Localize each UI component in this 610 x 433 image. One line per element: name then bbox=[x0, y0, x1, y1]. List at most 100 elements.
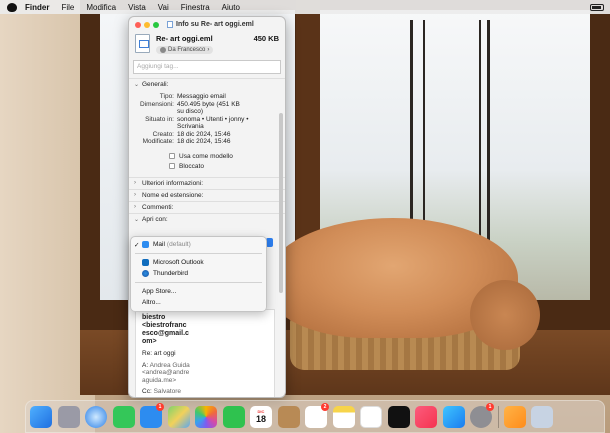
menu-option-mail[interactable]: ✓ Mail (default) bbox=[131, 239, 266, 250]
menu-bar-status bbox=[590, 3, 604, 11]
window-title: Info su Re- art oggi.eml bbox=[176, 21, 254, 28]
messages-icon[interactable] bbox=[112, 405, 135, 428]
person-icon bbox=[160, 47, 166, 53]
apple-tv-icon[interactable] bbox=[387, 405, 410, 428]
where-value: sonoma • Utenti • jonny • Scrivania bbox=[177, 116, 279, 131]
system-settings-icon[interactable]: 1 bbox=[470, 402, 494, 428]
preview-sender-line2: <biestrofranc bbox=[142, 322, 187, 329]
preview-subject: Re: art oggi bbox=[142, 350, 176, 357]
open-with-menu: ✓ Mail (default) Microsoft Outlook Thund… bbox=[130, 236, 267, 312]
section-comments[interactable]: › Commenti: bbox=[129, 200, 285, 213]
section-more-info-label: Ulteriori informazioni: bbox=[142, 179, 204, 187]
size-value-line2: su disco) bbox=[177, 108, 204, 115]
info-header: Re- art oggi.eml 450 KB Da Francesco › bbox=[129, 32, 285, 57]
menu-bar: Finder File Modifica Vista Vai Finestra … bbox=[0, 0, 610, 14]
row-size: Dimensioni: 450.495 byte (451 KB su disc… bbox=[129, 101, 285, 116]
where-value-line2: Scrivania bbox=[177, 123, 204, 130]
section-open-with-label: Apri con: bbox=[142, 215, 168, 223]
apple-menu-icon[interactable] bbox=[7, 2, 17, 12]
modified-value: 18 dic 2024, 15:46 bbox=[177, 138, 231, 145]
where-value-line1: sonoma • Utenti • jonny • bbox=[177, 115, 249, 123]
created-value: 18 dic 2024, 15:46 bbox=[177, 130, 231, 138]
option-thunderbird-label: Thunderbird bbox=[153, 270, 189, 277]
file-name: Re- art oggi.eml bbox=[156, 34, 213, 43]
facetime-icon[interactable] bbox=[222, 405, 245, 428]
launchpad-icon[interactable] bbox=[57, 405, 80, 428]
stationery-label: Usa come modello bbox=[179, 152, 233, 160]
minimize-button[interactable] bbox=[144, 21, 150, 28]
wallpaper-cat-tail bbox=[470, 280, 540, 350]
row-created: Creato: 18 dic 2024, 15:46 bbox=[129, 131, 285, 139]
dock: 1 DIC 18 2 1 bbox=[25, 400, 605, 433]
zoom-button[interactable] bbox=[153, 21, 159, 28]
chevron-right-icon: › bbox=[134, 204, 136, 210]
created-label: Creato: bbox=[152, 130, 174, 138]
locked-checkbox-row[interactable]: Bloccato bbox=[129, 161, 285, 171]
menu-option-app-store[interactable]: App Store... bbox=[131, 286, 266, 297]
finder-icon[interactable] bbox=[30, 405, 52, 428]
menu-finestra[interactable]: Finestra bbox=[181, 3, 210, 12]
section-comments-label: Commenti: bbox=[142, 203, 174, 211]
pages-icon[interactable] bbox=[503, 405, 526, 428]
locked-checkbox[interactable] bbox=[169, 163, 175, 169]
downloads-stack-icon[interactable] bbox=[531, 405, 553, 428]
menu-modifica[interactable]: Modifica bbox=[86, 3, 116, 12]
mail-icon[interactable]: 1 bbox=[140, 402, 164, 428]
menu-option-thunderbird[interactable]: Thunderbird bbox=[131, 268, 266, 279]
freeform-icon[interactable] bbox=[360, 405, 382, 428]
section-more-info[interactable]: › Ulteriori informazioni: bbox=[129, 176, 285, 189]
preview-sender-line1: biestro bbox=[142, 314, 166, 321]
tags-field[interactable]: Aggiungi tag... bbox=[133, 60, 281, 74]
menu-finder[interactable]: Finder bbox=[25, 3, 49, 12]
row-modified: Modificate: 18 dic 2024, 15:46 bbox=[129, 138, 285, 146]
calendar-icon[interactable]: DIC 18 bbox=[250, 405, 272, 428]
safari-icon[interactable] bbox=[85, 405, 107, 428]
reminders-badge: 2 bbox=[321, 402, 329, 411]
app-store-icon[interactable] bbox=[442, 405, 465, 428]
music-icon[interactable] bbox=[415, 405, 437, 428]
checkmark-icon: ✓ bbox=[134, 241, 140, 249]
mail-app-icon bbox=[142, 241, 149, 248]
contacts-icon[interactable] bbox=[277, 405, 300, 428]
message-preview: biestro <biestrofranc esco@gmail.c om> R… bbox=[135, 309, 275, 397]
size-value: 450.495 byte (451 KB su disco) bbox=[177, 101, 279, 116]
menu-file[interactable]: File bbox=[61, 3, 74, 12]
type-value: Messaggio email bbox=[177, 93, 226, 100]
close-button[interactable] bbox=[135, 21, 141, 28]
modified-label: Modificate: bbox=[142, 138, 174, 145]
sender-chip[interactable]: Da Francesco › bbox=[156, 46, 214, 54]
option-outlook-label: Microsoft Outlook bbox=[153, 259, 204, 266]
where-label: Situato in: bbox=[145, 115, 174, 123]
dock-separator bbox=[497, 405, 499, 428]
section-open-with[interactable]: ⌄ Apri con: bbox=[129, 212, 285, 225]
traffic-lights bbox=[135, 21, 159, 28]
maps-icon[interactable] bbox=[167, 405, 190, 428]
preview-to-email-1: <andrea@andre bbox=[142, 369, 190, 376]
section-name-ext-label: Nome ed estensione: bbox=[142, 191, 204, 199]
photos-icon[interactable] bbox=[195, 405, 217, 428]
preview-sender-line4: om> bbox=[142, 338, 157, 345]
info-window: Info su Re- art oggi.eml Re- art oggi.em… bbox=[128, 16, 286, 398]
menu-vai[interactable]: Vai bbox=[158, 3, 169, 12]
info-scrollbar[interactable] bbox=[279, 113, 283, 293]
section-general[interactable]: ⌄ Generali: bbox=[129, 78, 285, 90]
option-mail-label: Mail bbox=[153, 241, 165, 248]
stationery-checkbox[interactable] bbox=[169, 153, 175, 159]
section-name-ext[interactable]: › Nome ed estensione: bbox=[129, 188, 285, 201]
preview-to-email-2: aguida.me> bbox=[142, 376, 177, 384]
menu-option-other[interactable]: Altro... bbox=[131, 297, 266, 308]
preview-cc-name: Salvatore bbox=[153, 388, 182, 395]
info-titlebar[interactable]: Info su Re- art oggi.eml bbox=[129, 17, 285, 32]
menu-aiuto[interactable]: Aiuto bbox=[222, 3, 240, 12]
menu-vista[interactable]: Vista bbox=[128, 3, 146, 12]
chevron-right-icon: › bbox=[134, 180, 136, 186]
battery-icon[interactable] bbox=[590, 3, 604, 11]
chevron-down-icon: ⌄ bbox=[134, 216, 140, 223]
open-with-popup-button[interactable] bbox=[266, 238, 273, 247]
notes-icon[interactable] bbox=[332, 405, 355, 428]
menu-option-outlook[interactable]: Microsoft Outlook bbox=[131, 257, 266, 268]
stationery-checkbox-row[interactable]: Usa come modello bbox=[129, 151, 285, 161]
preview-sender-line3: esco@gmail.c bbox=[142, 330, 189, 337]
reminders-icon[interactable]: 2 bbox=[305, 402, 329, 428]
file-size: 450 KB bbox=[253, 34, 279, 43]
